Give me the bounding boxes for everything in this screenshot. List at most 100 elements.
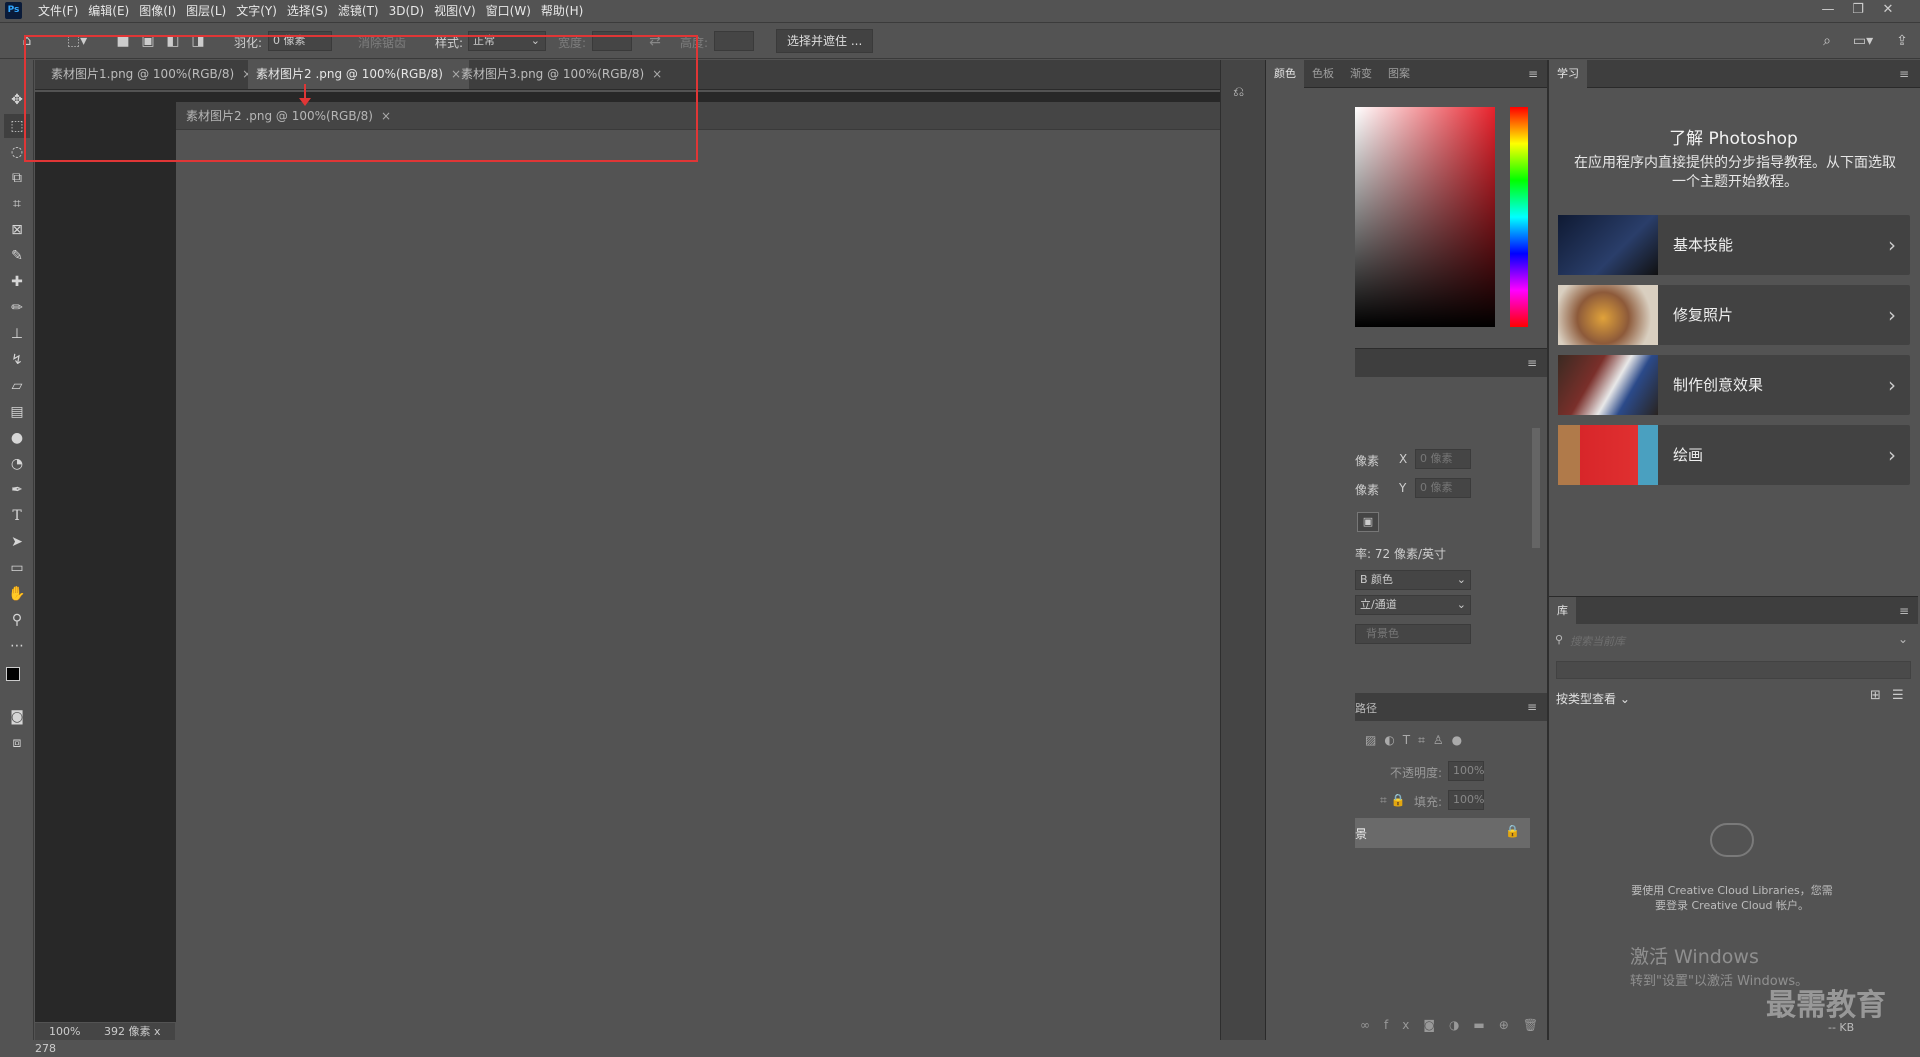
menu-type[interactable]: 文字(Y) — [231, 3, 282, 20]
view-by-type-dropdown[interactable]: 按类型查看 ⌄ — [1556, 690, 1630, 707]
paths-tab-fragment[interactable]: 路径 — [1355, 700, 1377, 716]
floating-document-window: 素材图片2 .png @ 100%(RGB/8) × — [176, 102, 1355, 1022]
layer-filter-icons[interactable]: ▨◐T⌗♙● — [1365, 733, 1470, 748]
brush-tool-icon[interactable]: ✏ — [4, 296, 30, 320]
panel-menu-icon[interactable]: ≡ — [1528, 67, 1538, 81]
chevron-down-icon[interactable]: ⌄ — [1898, 632, 1908, 646]
tab-libraries[interactable]: 库 — [1549, 597, 1576, 625]
menu-layer[interactable]: 图层(L) — [181, 3, 231, 20]
menu-window[interactable]: 窗口(W) — [481, 3, 536, 20]
blur-tool-icon[interactable]: ● — [4, 426, 30, 450]
x-input[interactable]: 0 像素 — [1415, 449, 1471, 469]
menu-select[interactable]: 选择(S) — [282, 3, 333, 20]
y-label: Y — [1399, 481, 1407, 495]
fill-input[interactable]: 100% — [1448, 790, 1484, 810]
y-input[interactable]: 0 像素 — [1415, 478, 1471, 498]
type-tool-icon[interactable]: T — [4, 504, 30, 528]
rectangle-tool-icon[interactable]: ▭ — [4, 556, 30, 580]
minimize-button[interactable]: — — [1813, 0, 1843, 22]
canvas-image-icon[interactable]: ▣ — [1357, 512, 1379, 532]
menu-3d[interactable]: 3D(D) — [384, 3, 429, 20]
dodge-tool-icon[interactable]: ◔ — [4, 452, 30, 476]
menu-filter[interactable]: 滤镜(T) — [333, 3, 384, 20]
menu-file[interactable]: 文件(F) — [33, 3, 83, 20]
tab-patterns[interactable]: 图案 — [1380, 60, 1418, 88]
chevron-right-icon: › — [1888, 303, 1896, 327]
library-search-input[interactable]: 搜索当前库 — [1570, 633, 1625, 649]
learn-card-painting[interactable]: 绘画 › — [1558, 425, 1910, 485]
tab-color[interactable]: 颜色 — [1266, 60, 1304, 88]
path-select-tool-icon[interactable]: ➤ — [4, 530, 30, 554]
object-select-tool-icon[interactable]: ⧉ — [4, 166, 30, 190]
close-window-button[interactable]: ✕ — [1873, 0, 1903, 22]
lock-icons[interactable]: ⌗ 🔒 — [1380, 793, 1406, 808]
library-select[interactable] — [1556, 661, 1911, 679]
status-bar: 100% 392 像素 x 278 — [35, 1023, 175, 1055]
fill-label: 填充: — [1414, 795, 1443, 809]
panel-menu-icon[interactable]: ≡ — [1527, 700, 1537, 714]
zoom-level[interactable]: 100% — [35, 1025, 80, 1038]
select-and-mask-button[interactable]: 选择并遮住 ... — [776, 29, 874, 53]
grid-view-icon[interactable]: ⊞ — [1870, 688, 1881, 703]
learn-subtitle: 在应用程序内直接提供的分步指导教程。从下面选取一个主题开始教程。 — [1574, 155, 1896, 190]
creative-cloud-icon — [1710, 823, 1754, 857]
menu-image[interactable]: 图像(I) — [134, 3, 181, 20]
depth-value: 立/通道 — [1360, 598, 1397, 611]
eraser-tool-icon[interactable]: ▱ — [4, 374, 30, 398]
depth-select[interactable]: 立/通道 ⌄ — [1355, 595, 1471, 615]
panel-menu-icon[interactable]: ≡ — [1899, 604, 1909, 618]
background-value: 背景色 — [1366, 627, 1399, 640]
learn-card-creative-effects[interactable]: 制作创意效果 › — [1558, 355, 1910, 415]
opacity-label: 不透明度: — [1390, 766, 1443, 780]
healing-brush-tool-icon[interactable]: ✚ — [4, 270, 30, 294]
pen-tool-icon[interactable]: ✒ — [4, 478, 30, 502]
color-saturation-field[interactable] — [1355, 107, 1495, 327]
learn-card-basic[interactable]: 基本技能 › — [1558, 215, 1910, 275]
mode-select[interactable]: B 颜色 ⌄ — [1355, 570, 1471, 590]
chevron-down-icon: ⌄ — [1456, 598, 1466, 611]
tab-swatches[interactable]: 色板 — [1304, 60, 1342, 88]
crop-tool-icon[interactable]: ⌗ — [4, 192, 30, 216]
foreground-color-swatch[interactable] — [6, 667, 20, 681]
menu-view[interactable]: 视图(V) — [429, 3, 481, 20]
clone-stamp-tool-icon[interactable]: ⊥ — [4, 322, 30, 346]
gradient-tool-icon[interactable]: ▤ — [4, 400, 30, 424]
panel-menu-icon[interactable]: ≡ — [1527, 356, 1537, 370]
layer-name-fragment: 景 — [1355, 827, 1368, 841]
eyedropper-tool-icon[interactable]: ✎ — [4, 244, 30, 268]
brand-watermark: 最需教育 — [1766, 988, 1886, 1023]
library-login-message: 要使用 Creative Cloud Libraries，您需要登录 Creat… — [1631, 884, 1833, 912]
activate-windows-title: 激活 Windows — [1630, 946, 1759, 968]
background-select[interactable]: 背景色 — [1355, 624, 1471, 644]
list-view-icon[interactable]: ☰ — [1892, 688, 1904, 703]
menu-help[interactable]: 帮助(H) — [536, 3, 588, 20]
panel-menu-icon[interactable]: ≡ — [1899, 67, 1909, 81]
libraries-panel-header: 库 ≡ — [1549, 596, 1918, 625]
view-by-type-label: 按类型查看 — [1556, 692, 1617, 706]
photoshop-logo-icon: Ps — [5, 2, 22, 19]
opacity-input[interactable]: 100% — [1448, 761, 1484, 781]
search-icon[interactable]: ⌕ — [1816, 30, 1838, 52]
workspace-icon[interactable]: ▭▾ — [1846, 30, 1880, 52]
background-layer-row[interactable]: 景 🔒 — [1355, 818, 1530, 848]
tab-learn[interactable]: 学习 — [1549, 60, 1587, 88]
learn-card-thumbnail — [1558, 215, 1658, 275]
menu-edit[interactable]: 编辑(E) — [83, 3, 134, 20]
restore-button[interactable]: ❐ — [1843, 0, 1873, 22]
history-panel-icon[interactable]: ⎌ — [1233, 84, 1244, 100]
height-input[interactable] — [714, 31, 754, 51]
history-brush-tool-icon[interactable]: ↯ — [4, 348, 30, 372]
more-tools-icon[interactable]: ⋯ — [4, 634, 30, 658]
hue-slider[interactable] — [1510, 107, 1528, 327]
zoom-tool-icon[interactable]: ⚲ — [4, 608, 30, 632]
hand-tool-icon[interactable]: ✋ — [4, 582, 30, 606]
layer-actions-icons[interactable]: ∞fx◙◑▬⊕🗑 — [1360, 1018, 1552, 1032]
quick-mask-icon[interactable]: ◙ — [4, 705, 30, 729]
learn-card-fix-photos[interactable]: 修复照片 › — [1558, 285, 1910, 345]
share-icon[interactable]: ⇪ — [1891, 30, 1913, 52]
screen-mode-icon[interactable]: ⧈ — [4, 731, 30, 755]
learn-panel-tabs: 学习 ≡ — [1549, 60, 1920, 88]
tab-gradients[interactable]: 渐变 — [1342, 60, 1380, 88]
frame-tool-icon[interactable]: ⊠ — [4, 218, 30, 242]
properties-scrollbar[interactable] — [1532, 428, 1540, 548]
